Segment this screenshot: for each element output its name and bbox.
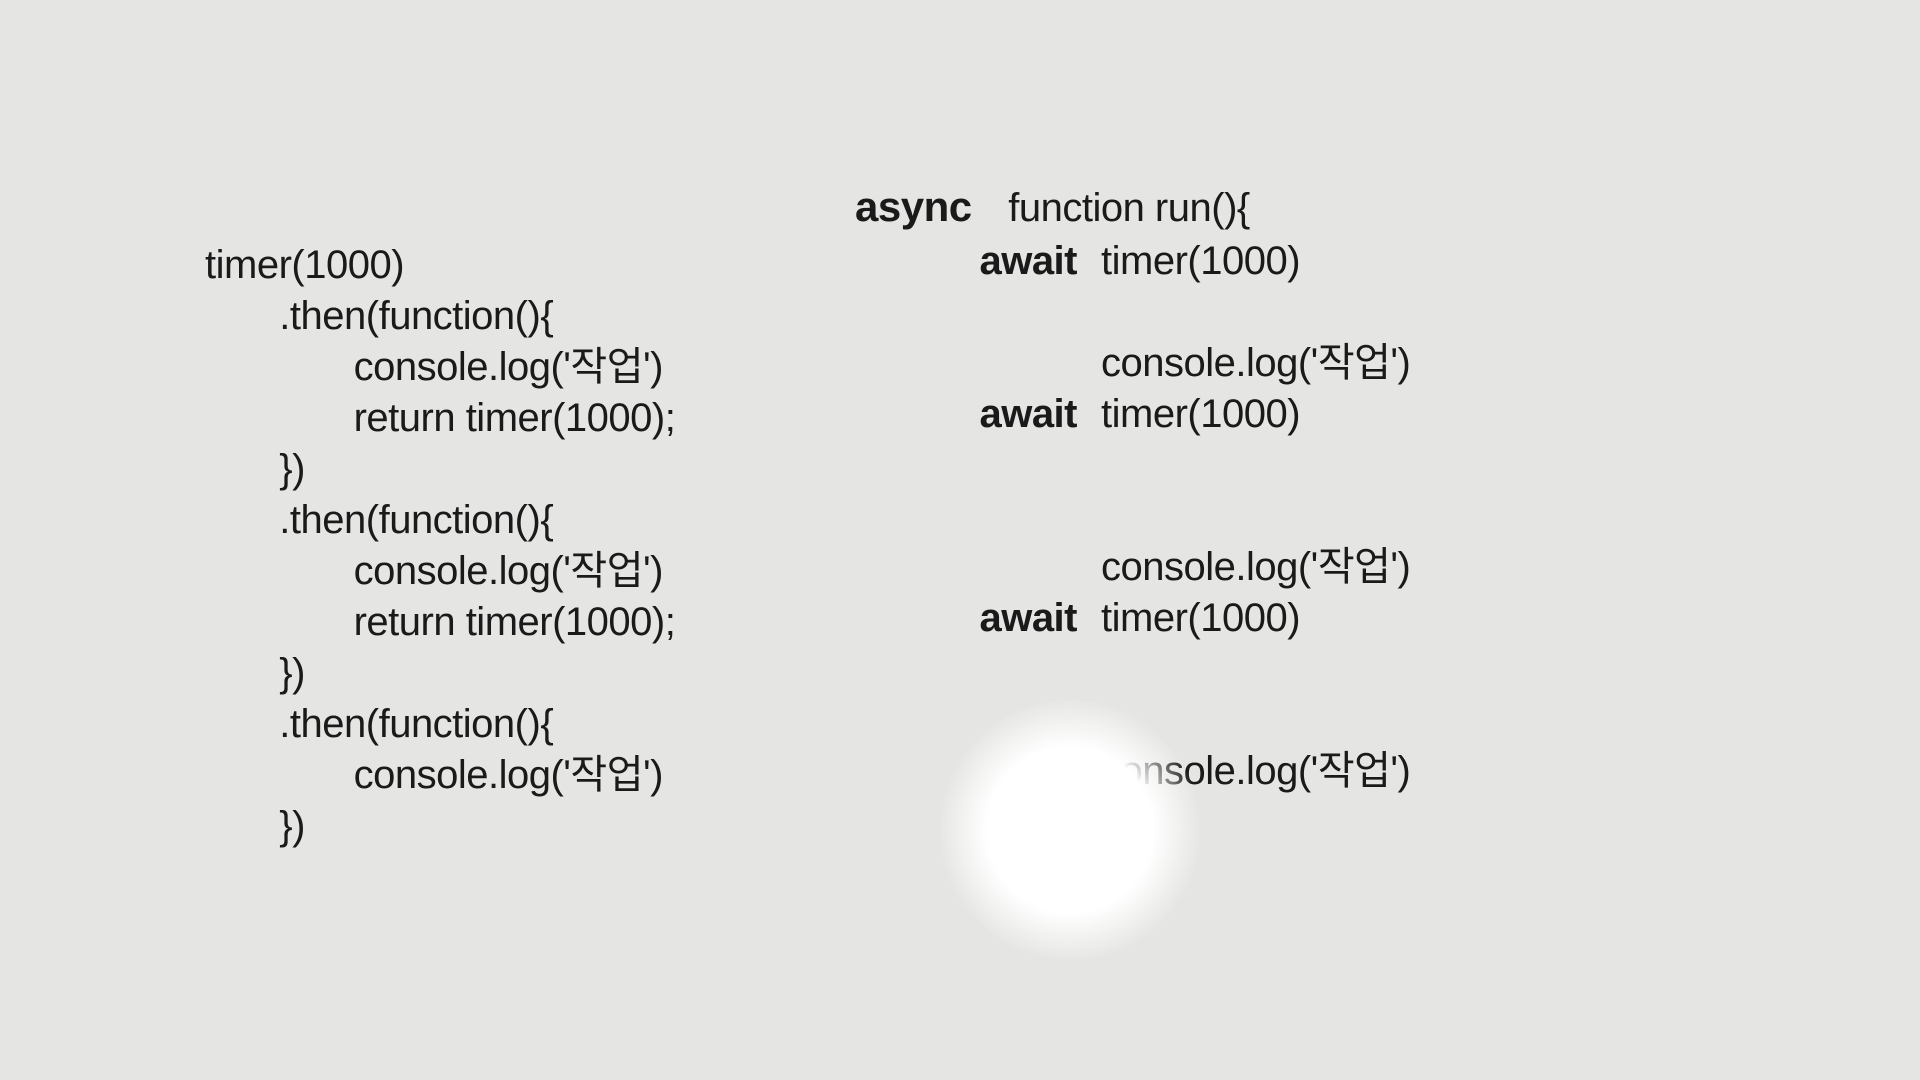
code-line: return timer(1000); bbox=[205, 393, 675, 444]
expr-timer: timer(1000) bbox=[1101, 389, 1300, 440]
code-line: .then(function(){ bbox=[205, 291, 675, 342]
await-keyword: await bbox=[916, 593, 1101, 644]
code-line: }) bbox=[205, 801, 675, 852]
blank-line bbox=[916, 287, 1410, 338]
expr-log: console.log('작업') bbox=[1101, 746, 1410, 797]
promise-then-code: timer(1000) .then(function(){ console.lo… bbox=[205, 240, 675, 852]
code-line: await timer(1000) bbox=[916, 236, 1410, 287]
code-line: console.log('작업') bbox=[916, 542, 1410, 593]
expr-log: console.log('작업') bbox=[1101, 338, 1410, 389]
close-brace: } bbox=[1018, 800, 1031, 851]
run-call: run(); bbox=[1018, 850, 1121, 901]
async-keyword: async bbox=[855, 183, 972, 230]
async-function-header: async function run(){ bbox=[855, 180, 1250, 234]
code-line: console.log('작업') bbox=[205, 546, 675, 597]
blank-line bbox=[916, 695, 1410, 746]
await-keyword: await bbox=[916, 236, 1101, 287]
code-line: console.log('작업') bbox=[916, 746, 1410, 797]
code-line: }) bbox=[205, 444, 675, 495]
code-line: .then(function(){ bbox=[205, 699, 675, 750]
code-line: }) bbox=[205, 648, 675, 699]
await-keyword: await bbox=[916, 389, 1101, 440]
code-line: .then(function(){ bbox=[205, 495, 675, 546]
async-body: await timer(1000) console.log('작업') awai… bbox=[916, 236, 1410, 797]
expr-timer: timer(1000) bbox=[1101, 236, 1300, 287]
blank-line bbox=[916, 440, 1410, 491]
code-line: await timer(1000) bbox=[916, 593, 1410, 644]
code-line: console.log('작업') bbox=[205, 342, 675, 393]
code-line: console.log('작업') bbox=[205, 750, 675, 801]
blank-line bbox=[916, 491, 1410, 542]
expr-timer: timer(1000) bbox=[1101, 593, 1300, 644]
blank-line bbox=[916, 644, 1410, 695]
function-declaration: function run(){ bbox=[1008, 186, 1250, 230]
code-line: console.log('작업') bbox=[916, 338, 1410, 389]
expr-log: console.log('작업') bbox=[1101, 542, 1410, 593]
code-line: await timer(1000) bbox=[916, 389, 1410, 440]
code-line: return timer(1000); bbox=[205, 597, 675, 648]
code-line: timer(1000) bbox=[205, 240, 675, 291]
